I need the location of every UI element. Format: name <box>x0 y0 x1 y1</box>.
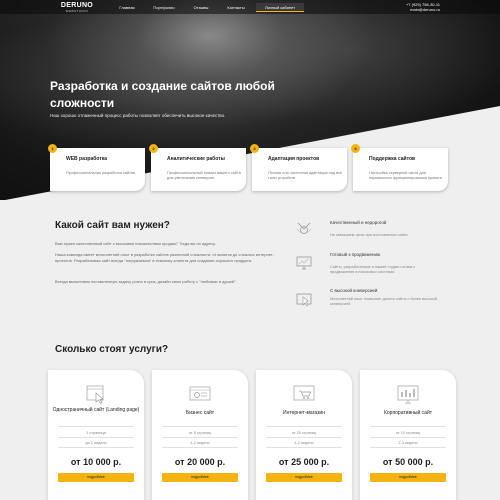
cursor-icon <box>296 293 312 307</box>
section-title-pricing: Сколько стоят услуги? <box>55 344 169 355</box>
divider <box>370 437 446 438</box>
advantage-title: Качественный и недорогой <box>330 220 387 225</box>
divider <box>370 447 446 448</box>
monitor-chart-icon <box>296 256 312 270</box>
shop-icon <box>293 385 315 401</box>
divider <box>58 437 134 438</box>
price-card-time: 1-2 недели <box>294 441 314 445</box>
price-card-business[interactable]: Бизнес сайт от 5 страниц 1-2 недели от 2… <box>152 370 248 500</box>
which-site-text-1: Вам нужен качественный сайт с высокими п… <box>55 241 216 246</box>
top-nav: DERUNO WEBSTUDIO Главная Портфолио Отзыв… <box>0 0 500 14</box>
details-button[interactable]: подробнее <box>266 473 342 482</box>
price-card-price: от 25 000 р. <box>278 457 330 467</box>
logo-name: DERUNO <box>60 2 94 9</box>
email[interactable]: main@deruno.ru <box>406 7 440 12</box>
feature-title: Адаптация проектов <box>268 156 320 162</box>
price-card-time: до 1 недели <box>85 441 107 445</box>
divider <box>58 426 134 427</box>
price-card-corporate[interactable]: Корпоративный сайт от 10 страниц 2-3 нед… <box>360 370 456 500</box>
divider <box>162 437 238 438</box>
price-card-title: Одностраничный сайт (Landing page) <box>52 407 140 413</box>
advantage-desc: Не завышаем цены при изготовлении сайта <box>330 233 408 237</box>
price-card-title: Корпоративный сайт <box>383 410 433 416</box>
price-card-title: Бизнес сайт <box>185 410 215 416</box>
logo-tagline: WEBSTUDIO <box>65 9 89 13</box>
divider <box>266 447 342 448</box>
logo[interactable]: DERUNO WEBSTUDIO <box>59 2 95 13</box>
price-card-pages: от 10 страниц <box>395 431 421 435</box>
advantage-desc: Многолетний опыт позволяет делать сайты … <box>330 297 437 306</box>
section-title-which-site: Какой сайт вам нужен? <box>55 220 170 231</box>
divider <box>162 447 238 448</box>
divider <box>266 437 342 438</box>
advantage-desc: Сайты, разработанные в нашей студии гото… <box>330 265 416 274</box>
nav-item-cabinet[interactable]: Личный кабинет <box>256 3 304 12</box>
which-site-text-3: Всегда выполняем поставленную задачу роз… <box>55 279 237 284</box>
details-button[interactable]: подробнее <box>58 473 134 482</box>
divider <box>370 426 446 427</box>
price-card-price: от 20 000 р. <box>174 457 226 467</box>
corporate-site-icon <box>397 385 419 404</box>
price-card-landing[interactable]: Одностраничный сайт (Landing page) 1 стр… <box>48 370 144 500</box>
feature-card[interactable]: 4 Поддержка сайтов Настройка серверной ч… <box>351 144 448 191</box>
price-card-pages: от 25 страниц <box>291 431 317 435</box>
which-site-text-2: Наша команда имеет многолетний опыт в ра… <box>55 252 274 263</box>
nav-item-reviews[interactable]: Отзывы <box>186 3 216 12</box>
feature-desc: Профессиональный анализ вашего сайта для… <box>167 171 241 180</box>
nav-item-home[interactable]: Главная <box>113 3 141 12</box>
medal-icon <box>296 222 312 235</box>
feature-desc: Полная или частичная адаптация под все т… <box>268 171 342 180</box>
price-card-price: от 10 000 р. <box>70 457 122 467</box>
hero-title: Разработка и создание сайтов любой сложн… <box>50 79 275 110</box>
divider <box>162 426 238 427</box>
divider <box>266 426 342 427</box>
feature-card[interactable]: 1 WEB разработка Профессиональная разраб… <box>48 144 145 191</box>
feature-number: 4 <box>351 144 360 153</box>
feature-card[interactable]: 3 Адаптация проектов Полная или частична… <box>250 144 347 191</box>
feature-title: Аналитические работы <box>167 156 225 162</box>
feature-desc: Настройка серверной части для нормальног… <box>369 171 442 180</box>
price-card-title: Интернет-магазин <box>283 410 325 416</box>
feature-desc: Профессиональная разработка сайтов <box>66 171 135 175</box>
price-card-pages: от 5 страниц <box>188 431 212 435</box>
feature-title: WEB разработка <box>66 156 108 162</box>
details-button[interactable]: подробнее <box>370 473 446 482</box>
header-contacts: +7 (929) 756-30-11 main@deruno.ru <box>406 2 440 12</box>
feature-number: 1 <box>48 144 57 153</box>
nav-item-portfolio[interactable]: Портфолио <box>146 3 182 12</box>
price-card-time: 1-2 недели <box>190 441 210 445</box>
business-site-icon <box>189 386 211 401</box>
nav-item-contacts[interactable]: Контакты <box>220 3 252 12</box>
price-card-pages: 1 страница <box>86 431 106 435</box>
feature-number: 3 <box>250 144 259 153</box>
feature-card[interactable]: 2 Аналитические работы Профессиональный … <box>149 144 246 191</box>
landing-page-icon <box>86 385 104 404</box>
price-card-time: 2-3 недели <box>398 441 418 445</box>
divider <box>58 447 134 448</box>
feature-title: Поддержка сайтов <box>369 156 416 162</box>
advantage-title: Готовый к продвижению <box>330 252 381 257</box>
feature-number: 2 <box>149 144 158 153</box>
price-card-price: от 50 000 р. <box>382 457 434 467</box>
price-card-shop[interactable]: Интернет-магазин от 25 страниц 1-2 недел… <box>256 370 352 500</box>
details-button[interactable]: подробнее <box>162 473 238 482</box>
advantage-title: С высокой конверсией <box>330 288 378 293</box>
hero-subtitle: Наш хорошо отлаженный процесс работы поз… <box>50 113 226 118</box>
